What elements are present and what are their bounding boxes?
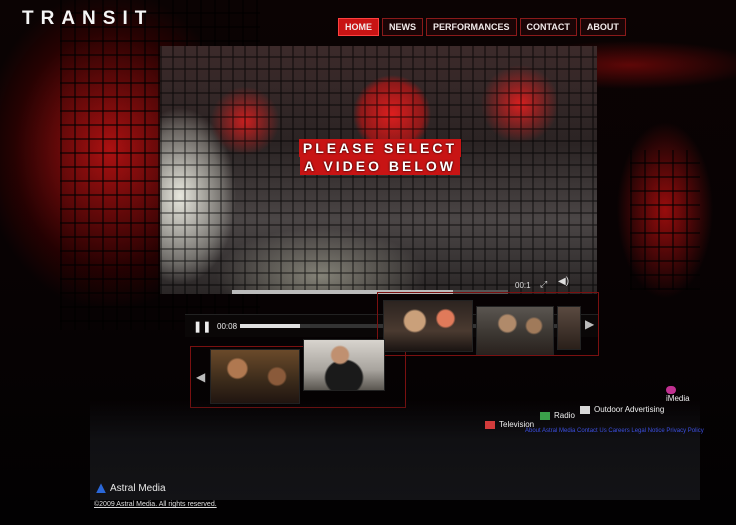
site-logo[interactable]: TRANSIT [22, 8, 153, 30]
nav-performances[interactable]: PERFORMANCES [426, 18, 517, 36]
billboard-icon [580, 405, 590, 414]
radio-icon [540, 411, 550, 420]
nav-home[interactable]: HOME [338, 18, 379, 36]
nav-contact[interactable]: CONTACT [519, 18, 577, 36]
chevron-left-icon[interactable]: ◀ [196, 370, 205, 384]
footer-outdoor[interactable]: Outdoor Advertising [580, 405, 664, 414]
seek-progress [240, 324, 301, 328]
red-mosaic-right [630, 150, 700, 290]
overlay-line-1: PLEASE SELECT [298, 139, 462, 157]
video-thumbnail[interactable] [383, 300, 473, 352]
video-thumbnail[interactable] [303, 339, 385, 391]
imedia-icon [666, 385, 676, 394]
volume-icon[interactable]: ◀) [558, 276, 569, 287]
time-remaining: 00:1 [515, 281, 531, 290]
footer-radio[interactable]: Radio [540, 411, 575, 420]
video-overlay-message: PLEASE SELECT A VIDEO BELOW [160, 139, 600, 175]
video-thumbnail[interactable] [557, 306, 581, 350]
pause-icon[interactable]: ❚❚ [193, 320, 211, 333]
astral-media-logo[interactable]: Astral Media [96, 483, 166, 494]
fullscreen-icon[interactable]: ⤢ [540, 279, 547, 290]
copyright-notice: ©2009 Astral Media. All rights reserved. [94, 501, 217, 508]
nav-about[interactable]: ABOUT [579, 18, 626, 36]
tv-icon [485, 420, 495, 429]
main-nav: HOME NEWS PERFORMANCES CONTACT ABOUT [338, 18, 626, 36]
footer-links[interactable]: About Astral Media Contact Us Careers Le… [525, 428, 704, 434]
chevron-right-icon[interactable]: ▶ [585, 317, 594, 331]
footer-imedia[interactable]: iMedia [666, 385, 695, 403]
overlay-line-2: A VIDEO BELOW [299, 157, 461, 175]
video-thumbnail[interactable] [476, 306, 554, 355]
video-thumbnail[interactable] [210, 349, 300, 404]
nav-news[interactable]: NEWS [382, 18, 423, 36]
time-elapsed: 00:08 [217, 322, 238, 331]
astral-logo-icon [96, 483, 106, 494]
